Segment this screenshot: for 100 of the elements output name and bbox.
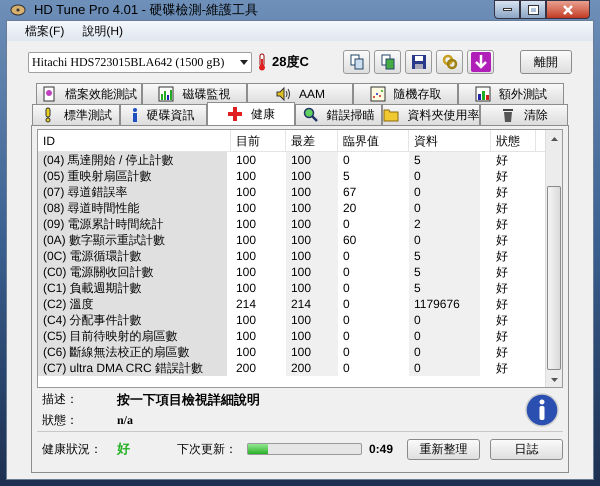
table-cell: 2	[409, 216, 480, 232]
tab[interactable]: 錯誤掃瞄	[294, 104, 382, 125]
table-cell: (0A) 數字顯示重試計數	[38, 232, 227, 248]
table-cell: 100	[286, 312, 338, 328]
scroll-up-icon[interactable]	[550, 137, 558, 141]
minimize-button[interactable]	[494, 0, 520, 19]
table-cell-text: 好	[495, 232, 509, 248]
tab[interactable]: 隨機存取	[352, 83, 458, 104]
drive-dropdown[interactable]: Hitachi HDS723015BLA642 (1500 gB)	[28, 52, 252, 72]
table-cell-text: 0	[342, 264, 351, 280]
table-cell-text: 好	[495, 248, 509, 264]
table-cell-text: 100	[235, 200, 258, 216]
table-cell-text: 60	[342, 232, 358, 248]
table-cell: (C0) 電源關收回計數	[38, 264, 227, 280]
table-cell-text: 214	[235, 296, 258, 312]
table-cell-text: 100	[235, 328, 258, 344]
table-cell: 0	[409, 184, 480, 200]
scrollbar[interactable]	[545, 130, 562, 387]
table-cell-text: 200	[235, 360, 258, 376]
copy-icon	[348, 54, 364, 70]
column-header[interactable]: ID	[38, 130, 231, 151]
table-cell-text: 好	[495, 200, 509, 216]
close-button[interactable]	[546, 0, 590, 19]
table-cell-text: 好	[495, 264, 509, 280]
action-button[interactable]: 日誌	[490, 438, 563, 460]
table-cell: (04) 馬達開始 / 停止計數	[38, 152, 227, 168]
close-icon	[563, 4, 573, 14]
table-cell-text: 100	[235, 344, 258, 360]
temperature-reading: 28度C	[272, 53, 309, 72]
table-cell-text: 0	[342, 344, 351, 360]
menu-item[interactable]: 說明(H)	[82, 22, 123, 40]
tab[interactable]: 資料夾使用率	[382, 104, 480, 125]
table-cell-text: 100	[235, 280, 258, 296]
magnifier-icon	[302, 107, 319, 123]
tab[interactable]: 額外測試	[458, 83, 564, 104]
table-cell-text: 100	[235, 168, 258, 184]
column-header[interactable]: 資料	[409, 130, 491, 151]
toolbar-button[interactable]	[343, 50, 370, 74]
table-cell: (C7) ultra DMA CRC 錯誤計數	[38, 360, 227, 376]
table-cell: (0C) 電源循環計數	[38, 248, 227, 264]
table-cell: 100	[286, 200, 338, 216]
table-cell: (09) 電源累計時間統計	[38, 216, 227, 232]
scroll-down-icon[interactable]	[550, 378, 558, 382]
table-cell-text: 100	[235, 248, 258, 264]
tab[interactable]: AAM	[247, 83, 353, 104]
tab[interactable]: 健康	[207, 102, 295, 125]
table-cell: 0	[409, 344, 480, 360]
bar-chart-icon	[158, 86, 174, 102]
table-cell: 0	[409, 312, 480, 328]
table-cell-text: 好	[495, 216, 509, 232]
tab[interactable]: 檔案效能測試	[36, 83, 142, 104]
exit-button[interactable]: 離開	[520, 50, 572, 74]
table-cell: (C1) 負載週期計數	[38, 280, 227, 296]
table-cell-text: 好	[495, 296, 509, 312]
table-cell-text: 0	[342, 280, 351, 296]
tab[interactable]: 硬碟資訊	[120, 104, 208, 125]
table-cell-text: 好	[495, 280, 509, 296]
maximize-button[interactable]	[520, 0, 546, 19]
toolbar-button[interactable]	[405, 50, 432, 74]
table-cell: 0	[409, 360, 480, 376]
column-header[interactable]: 目前	[231, 130, 286, 151]
tab[interactable]: 磁碟監視	[142, 83, 248, 104]
table-cell-text: 100	[235, 152, 258, 168]
table-cell: 0	[409, 168, 480, 184]
table-cell-text: 好	[495, 328, 509, 344]
table-cell: 100	[286, 344, 338, 360]
menu-item[interactable]: 檔案(F)	[25, 22, 64, 40]
table-cell: (C5) 目前待映射的扇區數	[38, 328, 227, 344]
table-cell-text: 好	[495, 152, 509, 168]
status-value: n/a	[117, 412, 134, 429]
download-button[interactable]	[467, 50, 494, 74]
column-header[interactable]: 狀態	[491, 130, 536, 151]
info-icon	[132, 107, 138, 123]
window-title: HD Tune Pro 4.01 - 硬碟檢測-維護工具	[34, 1, 258, 20]
action-button[interactable]: 重新整理	[407, 438, 480, 460]
table-cell-text: 好	[495, 344, 509, 360]
table-cell-text: 0	[342, 360, 351, 376]
table-cell-text: 5	[342, 168, 351, 184]
table-cell-text: 好	[495, 168, 509, 184]
table-cell: 200	[286, 360, 338, 376]
description-text: 按一下項目檢視詳細說明	[117, 391, 260, 410]
chain-icon	[442, 54, 458, 70]
info-icon[interactable]	[525, 392, 559, 426]
table-cell-text: 100	[235, 184, 258, 200]
table-cell-text: 0	[342, 152, 351, 168]
table-cell-text: 100	[235, 312, 258, 328]
toolbar-button[interactable]	[374, 50, 401, 74]
document-icon	[40, 86, 57, 102]
table-cell: 100	[286, 216, 338, 232]
folder-icon	[383, 107, 400, 123]
table-cell: 5	[409, 248, 480, 264]
table-cell: 1179676	[409, 296, 480, 312]
column-header[interactable]: 臨界值	[338, 130, 409, 151]
table-cell: (C6) 斷線無法校正的扇區數	[38, 344, 227, 360]
tab[interactable]: 標準測試	[32, 104, 120, 125]
table-cell: (C4) 分配事件計數	[38, 312, 227, 328]
tab[interactable]: 清除	[480, 104, 568, 125]
table-cell-text: 0	[342, 296, 351, 312]
column-header[interactable]: 最差	[286, 130, 338, 151]
table-cell: 100	[286, 232, 338, 248]
